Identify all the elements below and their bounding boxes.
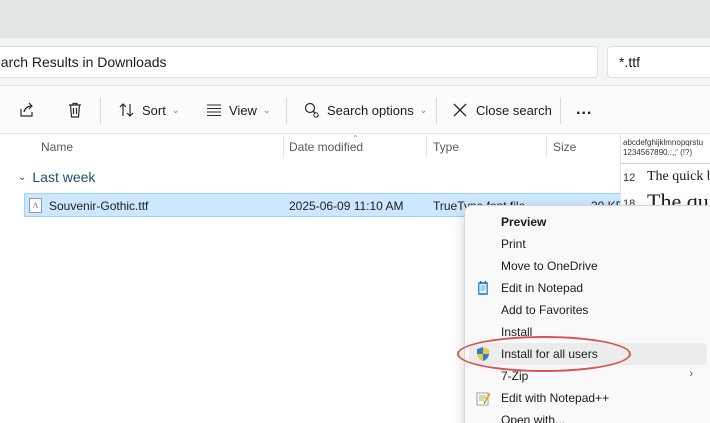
column-type[interactable]: Type (433, 140, 459, 154)
toolbar-separator (286, 98, 287, 124)
trash-icon (66, 101, 84, 119)
column-size[interactable]: Size (553, 140, 576, 154)
view-button[interactable]: View ⌄ (205, 94, 271, 126)
file-date: 2025-06-09 11:10 AM (289, 199, 404, 213)
group-label: Last week (32, 169, 96, 185)
notepad-icon (475, 280, 491, 296)
font-sample-line: 1234567890.:,;' (!?) (623, 148, 693, 157)
close-search-label: Close search (476, 102, 552, 118)
column-divider[interactable] (283, 136, 284, 158)
font-sample-line: abcdefghijklmnopqrstu (623, 138, 704, 147)
share-icon (18, 101, 36, 119)
toolbar-separator (436, 98, 437, 124)
menu-item-edit-with-notepad-plus-plus[interactable]: Edit with Notepad++ (465, 387, 710, 409)
context-menu: Preview Print Move to OneDrive Edit in N… (464, 205, 710, 423)
menu-item-edit-in-notepad[interactable]: Edit in Notepad (465, 277, 710, 299)
address-bar-path: earch Results in Downloads (0, 54, 167, 70)
menu-item-open-with[interactable]: Open with... (465, 409, 710, 423)
preview-size-label: 12 (623, 172, 636, 184)
column-name[interactable]: Name (41, 140, 73, 154)
address-bar[interactable]: earch Results in Downloads (0, 46, 598, 78)
search-options-label: Search options (327, 102, 414, 118)
delete-button[interactable] (66, 94, 84, 126)
group-header-last-week[interactable]: ⌄ Last week (18, 169, 95, 185)
menu-item-move-to-onedrive[interactable]: Move to OneDrive (465, 255, 710, 277)
search-input[interactable]: *.ttf (607, 46, 710, 78)
address-bar-area: earch Results in Downloads *.ttf (0, 38, 710, 86)
notepad-plus-plus-icon (475, 390, 491, 406)
search-options-icon (303, 101, 321, 119)
column-divider[interactable] (426, 136, 427, 158)
menu-item-preview[interactable]: Preview (465, 211, 710, 233)
column-date-modified[interactable]: Date modified (289, 140, 363, 154)
toolbar-separator (100, 98, 101, 124)
chevron-down-icon: ⌄ (18, 171, 27, 183)
file-name: Souvenir-Gothic.ttf (49, 199, 149, 213)
command-bar: Sort ⌄ View ⌄ Search options ⌄ Close sea… (0, 86, 710, 134)
search-options-button[interactable]: Search options ⌄ (303, 94, 427, 126)
font-sample: abcdefghijklmnopqrstu 1234567890.:,;' (!… (623, 138, 703, 158)
chevron-right-icon: › (689, 368, 693, 380)
share-button[interactable] (18, 94, 36, 126)
font-file-icon: A (29, 198, 42, 213)
view-label: View (229, 102, 257, 118)
column-header: Name ⌃ Date modified Type Size (0, 134, 620, 160)
annotation-highlight-ring (457, 336, 631, 372)
sort-button[interactable]: Sort ⌄ (118, 94, 179, 126)
preview-sample-text: The quick b (647, 169, 710, 184)
menu-item-print[interactable]: Print (465, 233, 710, 255)
menu-item-add-to-favorites[interactable]: Add to Favorites (465, 299, 710, 321)
preview-divider (621, 163, 710, 164)
chevron-down-icon: ⌄ (171, 104, 180, 115)
title-bar (0, 0, 710, 38)
close-search-button[interactable]: Close search (452, 94, 552, 126)
view-icon (205, 101, 223, 119)
sort-label: Sort (142, 102, 166, 118)
chevron-down-icon: ⌄ (262, 104, 271, 115)
toolbar-separator (560, 98, 561, 124)
chevron-down-icon: ⌄ (419, 104, 428, 115)
sort-icon (118, 101, 136, 119)
column-divider[interactable] (546, 136, 547, 158)
more-options-button[interactable]: ... (576, 94, 592, 126)
close-icon (452, 102, 468, 118)
